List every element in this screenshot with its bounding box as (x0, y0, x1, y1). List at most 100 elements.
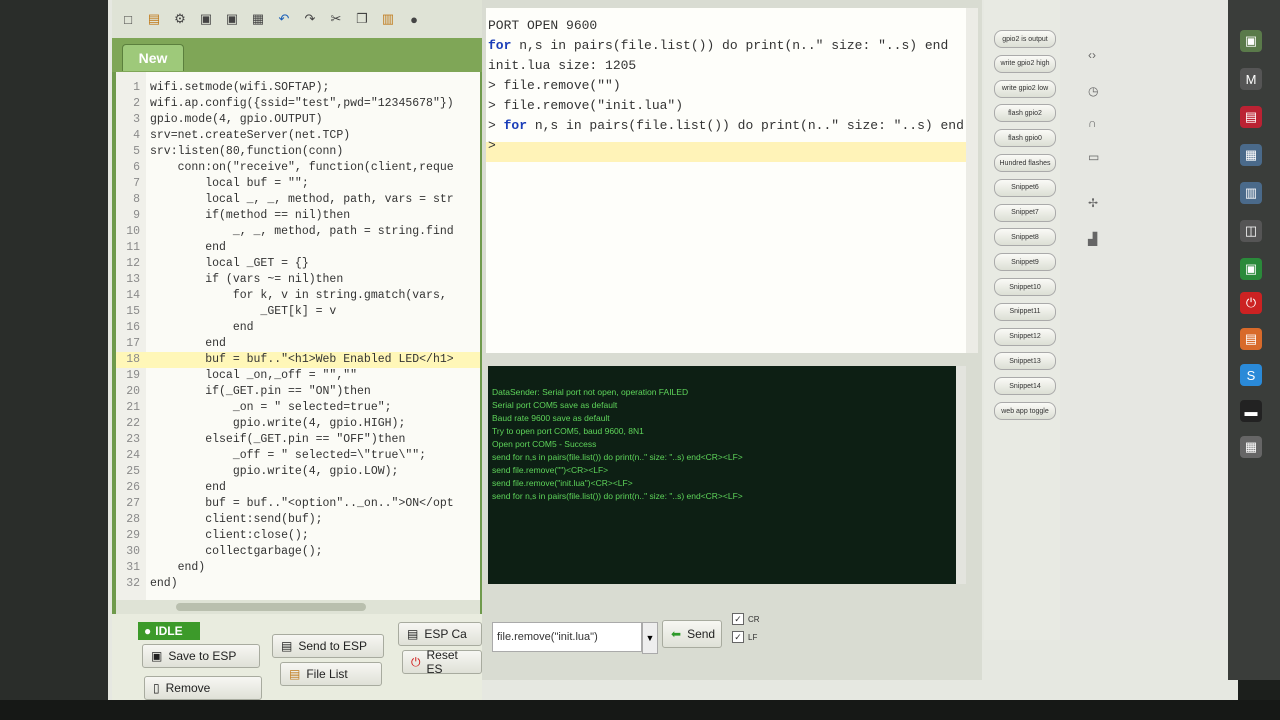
save-as-icon[interactable]: ▣ (222, 9, 242, 29)
code-line: 1 wifi.setmode(wifi.SOFTAP); (116, 80, 480, 96)
line-number: 2 (133, 97, 140, 110)
line-number: 23 (126, 433, 140, 446)
snippet-button[interactable]: write gpio2 low (994, 79, 1056, 98)
line-number: 3 (133, 113, 140, 126)
new-file-icon[interactable]: □ (118, 9, 138, 29)
send-to-esp-button[interactable]: ▤ Send to ESP (272, 634, 384, 658)
esp-cancel-button[interactable]: ▤ ESP Ca (398, 622, 482, 646)
terminal-current-line (486, 142, 966, 162)
app-icon-9[interactable]: ▤ (1240, 328, 1262, 350)
editor-tabbar: New (112, 38, 482, 72)
snippet-button[interactable]: Snippet13 (994, 352, 1056, 371)
log-line: Try to open port COM5, baud 9600, 8N1 (492, 426, 644, 436)
trash-icon: ▯ (153, 681, 160, 695)
app-icon-4[interactable]: ▦ (1240, 144, 1262, 166)
app-icon-3[interactable]: ▤ (1240, 106, 1262, 128)
cut-icon[interactable]: ✂ (326, 9, 346, 29)
code-line: 15 _GET[k] = v (116, 304, 480, 320)
code-text: wifi.setmode(wifi.SOFTAP); (150, 81, 330, 94)
code-icon: ‹› (1088, 48, 1096, 62)
cr-checkbox[interactable]: ✓ CR (732, 612, 792, 626)
tab-new[interactable]: New (122, 44, 184, 71)
line-number: 16 (126, 321, 140, 334)
terminal-line: > (488, 136, 496, 156)
code-text: end) (150, 577, 178, 590)
code-text: if (vars ~= nil)then (150, 273, 344, 286)
code-line: 7 local buf = ""; (116, 176, 480, 192)
code-line: 30 collectgarbage(); (116, 544, 480, 560)
line-number: 25 (126, 465, 140, 478)
log-line: Serial port COM5 save as default (492, 400, 618, 410)
code-line: 23 elseif(_GET.pin == "OFF")then (116, 432, 480, 448)
command-input[interactable]: file.remove("init.lua") (492, 622, 642, 652)
lf-checkbox[interactable]: ✓ LF (732, 630, 792, 644)
skype-icon[interactable]: S (1240, 364, 1262, 386)
code-line: 9 if(method == nil)then (116, 208, 480, 224)
copy-icon[interactable]: ❐ (352, 9, 372, 29)
reset-esp-button[interactable]: ⏻ Reset ES (402, 648, 482, 676)
snippet-button[interactable]: gpio2 is output (994, 30, 1056, 48)
snippet-button[interactable]: Snippet7 (994, 203, 1056, 222)
line-number: 9 (133, 209, 140, 222)
code-text: srv=net.createServer(net.TCP) (150, 129, 351, 142)
snippet-button[interactable]: flash gpio0 (994, 129, 1056, 148)
settings-icon[interactable]: ● (404, 9, 424, 29)
snippet-button[interactable]: Snippet14 (994, 377, 1056, 396)
app-icon-1[interactable]: ▣ (1240, 30, 1262, 52)
code-line: 6 conn:on("receive", function(client,req… (116, 160, 480, 176)
save-to-esp-button[interactable]: ▣ Save to ESP (142, 644, 260, 668)
snippet-panel: gpio2 is output write gpio2 high write gpi… (984, 0, 1060, 640)
chevron-down-icon[interactable]: ▼ (642, 622, 658, 654)
open-folder-icon[interactable]: ▤ (144, 9, 164, 29)
snippet-button[interactable]: Snippet12 (994, 327, 1056, 346)
code-editor[interactable]: 1 wifi.setmode(wifi.SOFTAP); 2 wifi.ap.conf… (116, 72, 480, 600)
terminal-vertical-scrollbar[interactable] (966, 8, 978, 353)
snippet-button[interactable]: Snippet10 (994, 278, 1056, 296)
paste-icon[interactable]: ▥ (378, 9, 398, 29)
close-file-icon[interactable]: ▦ (248, 9, 268, 29)
snippet-button[interactable]: write gpio2 high (994, 54, 1056, 73)
code-line: 29 client:close(); (116, 528, 480, 544)
line-number: 29 (126, 529, 140, 542)
scrollbar-thumb[interactable] (176, 603, 366, 611)
esp-icon: ▤ (407, 627, 419, 641)
snippet-button[interactable]: web app toggle (994, 402, 1056, 420)
terminal-text: n,s in pairs(file.list()) do print(n.." … (511, 38, 949, 53)
power-icon[interactable]: ⏻ (1240, 292, 1262, 314)
code-line: 18 buf = buf.."<h1>Web Enabled LED</h1> (116, 352, 480, 368)
snippet-button[interactable]: Snippet11 (994, 302, 1056, 321)
reload-icon[interactable]: ⚙ (170, 9, 190, 29)
app-icon-6[interactable]: ◫ (1240, 220, 1262, 242)
app-icon-12[interactable]: ▦ (1240, 436, 1262, 458)
status-label: IDLE (155, 624, 183, 638)
line-number: 19 (126, 369, 140, 382)
code-text: buf = buf.."<h1>Web Enabled LED</h1> (150, 353, 454, 366)
snippet-button[interactable]: Hundred flashes (994, 154, 1056, 172)
editor-window: □ ▤ ⚙ ▣ ▣ ▦ ↶ ↷ ✂ ❐ ▥ ● New 1 wifi.setmod… (112, 0, 482, 712)
terminal-output[interactable]: PORT OPEN 9600 for n,s in pairs(file.list… (486, 8, 966, 353)
code-line: 27 buf = buf.."<option".._on..">ON</opt (116, 496, 480, 512)
log-scrollbar[interactable] (956, 366, 966, 584)
monitor-bezel-bottom (0, 700, 1280, 720)
redo-icon[interactable]: ↷ (300, 9, 320, 29)
code-text: end (150, 481, 226, 494)
editor-horizontal-scrollbar[interactable] (116, 600, 480, 614)
undo-icon[interactable]: ↶ (274, 9, 294, 29)
code-text: local buf = ""; (150, 177, 309, 190)
app-icon-5[interactable]: ▥ (1240, 182, 1262, 204)
remove-button[interactable]: ▯ Remove (144, 676, 262, 700)
file-list-button[interactable]: ▤ File List (280, 662, 382, 686)
send-button[interactable]: ⬅ Send (662, 620, 722, 648)
magnet-icon: ∩ (1088, 116, 1097, 130)
app-icon-7[interactable]: ▣ (1240, 258, 1262, 280)
check-icon: ✓ (732, 613, 744, 625)
gmail-icon[interactable]: M (1240, 68, 1262, 90)
save-icon[interactable]: ▣ (196, 9, 216, 29)
line-number: 7 (133, 177, 140, 190)
terminal-icon[interactable]: ▬ (1240, 400, 1262, 422)
snippet-button[interactable]: Snippet6 (994, 178, 1056, 197)
snippet-button[interactable]: flash gpio2 (994, 104, 1056, 123)
editor-button-panel: ● IDLE ▣ Save to ESP ▤ Send to ESP ▤ ESP Ca … (112, 614, 482, 712)
snippet-button[interactable]: Snippet9 (994, 253, 1056, 272)
snippet-button[interactable]: Snippet8 (994, 228, 1056, 247)
